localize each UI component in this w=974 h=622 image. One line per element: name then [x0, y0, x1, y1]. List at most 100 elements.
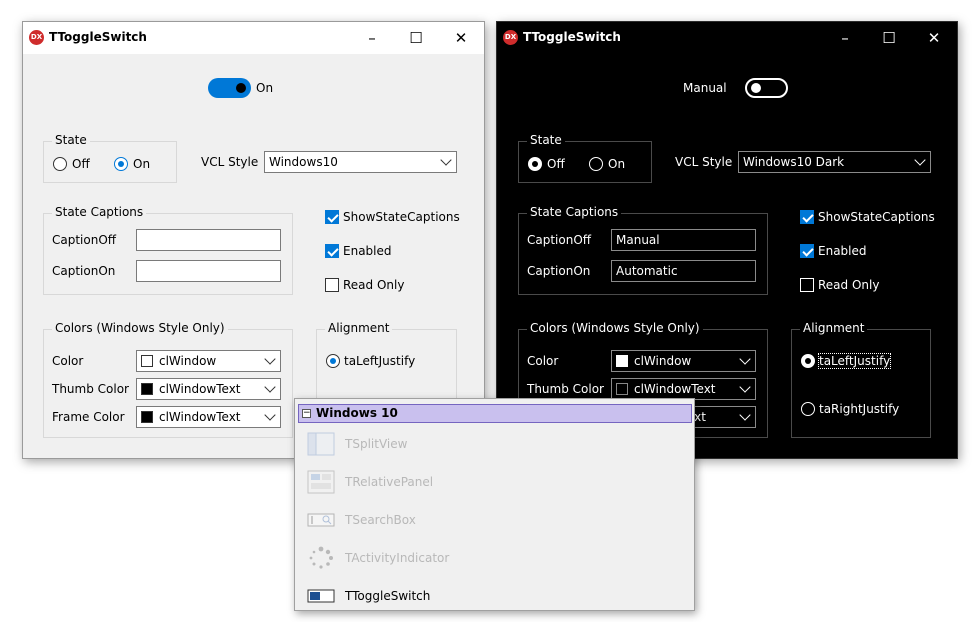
black-swatch-icon	[141, 411, 153, 423]
color-combo[interactable]: clWindow	[136, 350, 281, 372]
colors-group-title: Colors (Windows Style Only)	[527, 321, 703, 335]
close-icon[interactable]: ✕	[438, 22, 484, 54]
activity-indicator-icon	[309, 546, 333, 569]
vcl-style-label: VCL Style	[201, 155, 259, 169]
state-off-radio[interactable]	[528, 157, 542, 171]
palette-item-toggle-switch[interactable]: TToggleSwitch	[307, 583, 687, 611]
state-group: State Off On	[43, 133, 177, 183]
palette-item-activity-indicator[interactable]: TActivityIndicator	[307, 545, 687, 573]
chevron-down-icon	[440, 154, 452, 166]
palette-item-split-view[interactable]: TSplitView	[307, 431, 687, 459]
state-off-radio[interactable]	[53, 157, 67, 171]
enabled-checkbox[interactable]	[800, 244, 814, 258]
state-group-title: State	[527, 133, 565, 147]
minimize-icon[interactable]: –	[822, 22, 868, 54]
color-value: clWindow	[159, 354, 217, 368]
caption-on-field[interactable]: Automatic	[611, 260, 756, 282]
light-window: DX TToggleSwitch – ☐ ✕ On State Off On V…	[22, 21, 485, 459]
state-on-label: On	[608, 157, 626, 171]
caption-on-field[interactable]	[136, 260, 281, 282]
palette-item-label: TSearchBox	[345, 513, 416, 527]
palette-item-relative-panel[interactable]: TRelativePanel	[307, 469, 687, 497]
caption-on-label: CaptionOn	[52, 264, 116, 278]
show-state-captions-checkbox[interactable]	[800, 210, 814, 224]
collapse-icon[interactable]: −	[302, 409, 311, 418]
show-state-captions-label: ShowStateCaptions	[818, 210, 935, 224]
show-state-captions-label: ShowStateCaptions	[343, 210, 460, 224]
color-label: Color	[527, 354, 559, 368]
left-justify-label: taLeftJustify	[817, 353, 892, 369]
minimize-icon[interactable]: –	[349, 22, 395, 54]
right-justify-label: taRightJustify	[819, 402, 900, 416]
enabled-label: Enabled	[818, 244, 867, 258]
maximize-icon[interactable]: ☐	[866, 22, 912, 54]
window-title: TToggleSwitch	[523, 30, 621, 44]
palette-category-header[interactable]: − Windows 10	[298, 404, 692, 423]
color-combo[interactable]: clWindow	[611, 350, 756, 372]
read-only-label: Read Only	[343, 278, 405, 292]
colors-group-title: Colors (Windows Style Only)	[52, 321, 228, 335]
enabled-label: Enabled	[343, 244, 392, 258]
black-swatch-icon	[616, 383, 628, 395]
vcl-style-label: VCL Style	[675, 155, 733, 169]
thumb-color-combo[interactable]: clWindowText	[611, 378, 756, 400]
caption-off-field[interactable]: Manual	[611, 229, 756, 251]
caption-off-field[interactable]	[136, 229, 281, 251]
state-on-radio[interactable]	[114, 157, 128, 171]
thumb-color-value: clWindowText	[159, 382, 241, 396]
chevron-down-icon	[264, 353, 276, 365]
toggle-switch-icon	[307, 589, 335, 603]
vcl-style-value: Windows10 Dark	[743, 155, 845, 169]
state-group: State Off On	[518, 133, 652, 183]
thumb-color-combo[interactable]: clWindowText	[136, 378, 281, 400]
chevron-down-icon	[264, 381, 276, 393]
color-value: clWindow	[634, 354, 692, 368]
alignment-group: Alignment taLeftJustify taRightJustify	[791, 321, 931, 438]
frame-color-combo[interactable]: clWindowText	[136, 406, 281, 428]
palette-item-label: TToggleSwitch	[345, 589, 431, 603]
search-box-icon	[307, 513, 335, 527]
enabled-checkbox[interactable]	[325, 244, 339, 258]
white-swatch-icon	[616, 355, 628, 367]
palette-item-label: TSplitView	[345, 437, 408, 451]
app-logo-icon: DX	[29, 30, 44, 45]
state-on-radio[interactable]	[589, 157, 603, 171]
vcl-style-combo[interactable]: Windows10 Dark	[738, 151, 931, 173]
white-swatch-icon	[141, 355, 153, 367]
left-justify-radio[interactable]	[326, 354, 340, 368]
state-group-title: State	[52, 133, 90, 147]
chevron-down-icon	[914, 154, 926, 166]
vcl-style-value: Windows10	[269, 155, 338, 169]
chevron-down-icon	[739, 381, 751, 393]
alignment-group-title: Alignment	[325, 321, 393, 335]
left-justify-radio[interactable]	[801, 354, 815, 368]
left-justify-label: taLeftJustify	[344, 354, 416, 368]
show-state-captions-checkbox[interactable]	[325, 210, 339, 224]
title-bar[interactable]: DX TToggleSwitch – ☐ ✕	[497, 22, 957, 54]
thumb-color-label: Thumb Color	[52, 382, 129, 396]
frame-color-label: Frame Color	[52, 410, 125, 424]
state-off-label: Off	[72, 157, 90, 171]
read-only-checkbox[interactable]	[325, 278, 339, 292]
black-swatch-icon	[141, 383, 153, 395]
state-off-label: Off	[547, 157, 565, 171]
toggle-switch[interactable]	[208, 78, 251, 98]
relative-panel-icon	[307, 470, 335, 494]
color-label: Color	[52, 354, 84, 368]
chevron-down-icon	[739, 409, 751, 421]
vcl-style-combo[interactable]: Windows10	[264, 151, 457, 173]
close-icon[interactable]: ✕	[911, 22, 957, 54]
toggle-switch[interactable]	[745, 78, 788, 98]
maximize-icon[interactable]: ☐	[393, 22, 439, 54]
caption-on-label: CaptionOn	[527, 264, 591, 278]
dark-window: DX TToggleSwitch – ☐ ✕ Manual State Off …	[496, 21, 958, 459]
chevron-down-icon	[739, 353, 751, 365]
palette-item-search-box[interactable]: TSearchBox	[307, 507, 687, 535]
component-palette-popup: − Windows 10 TSplitView TRelativePanel T…	[294, 398, 695, 611]
caption-off-label: CaptionOff	[527, 233, 592, 247]
colors-group: Colors (Windows Style Only) Color clWind…	[43, 321, 293, 438]
frame-color-value: clWindowText	[159, 410, 241, 424]
read-only-checkbox[interactable]	[800, 278, 814, 292]
right-justify-radio[interactable]	[801, 402, 815, 416]
title-bar[interactable]: DX TToggleSwitch – ☐ ✕	[23, 22, 484, 54]
